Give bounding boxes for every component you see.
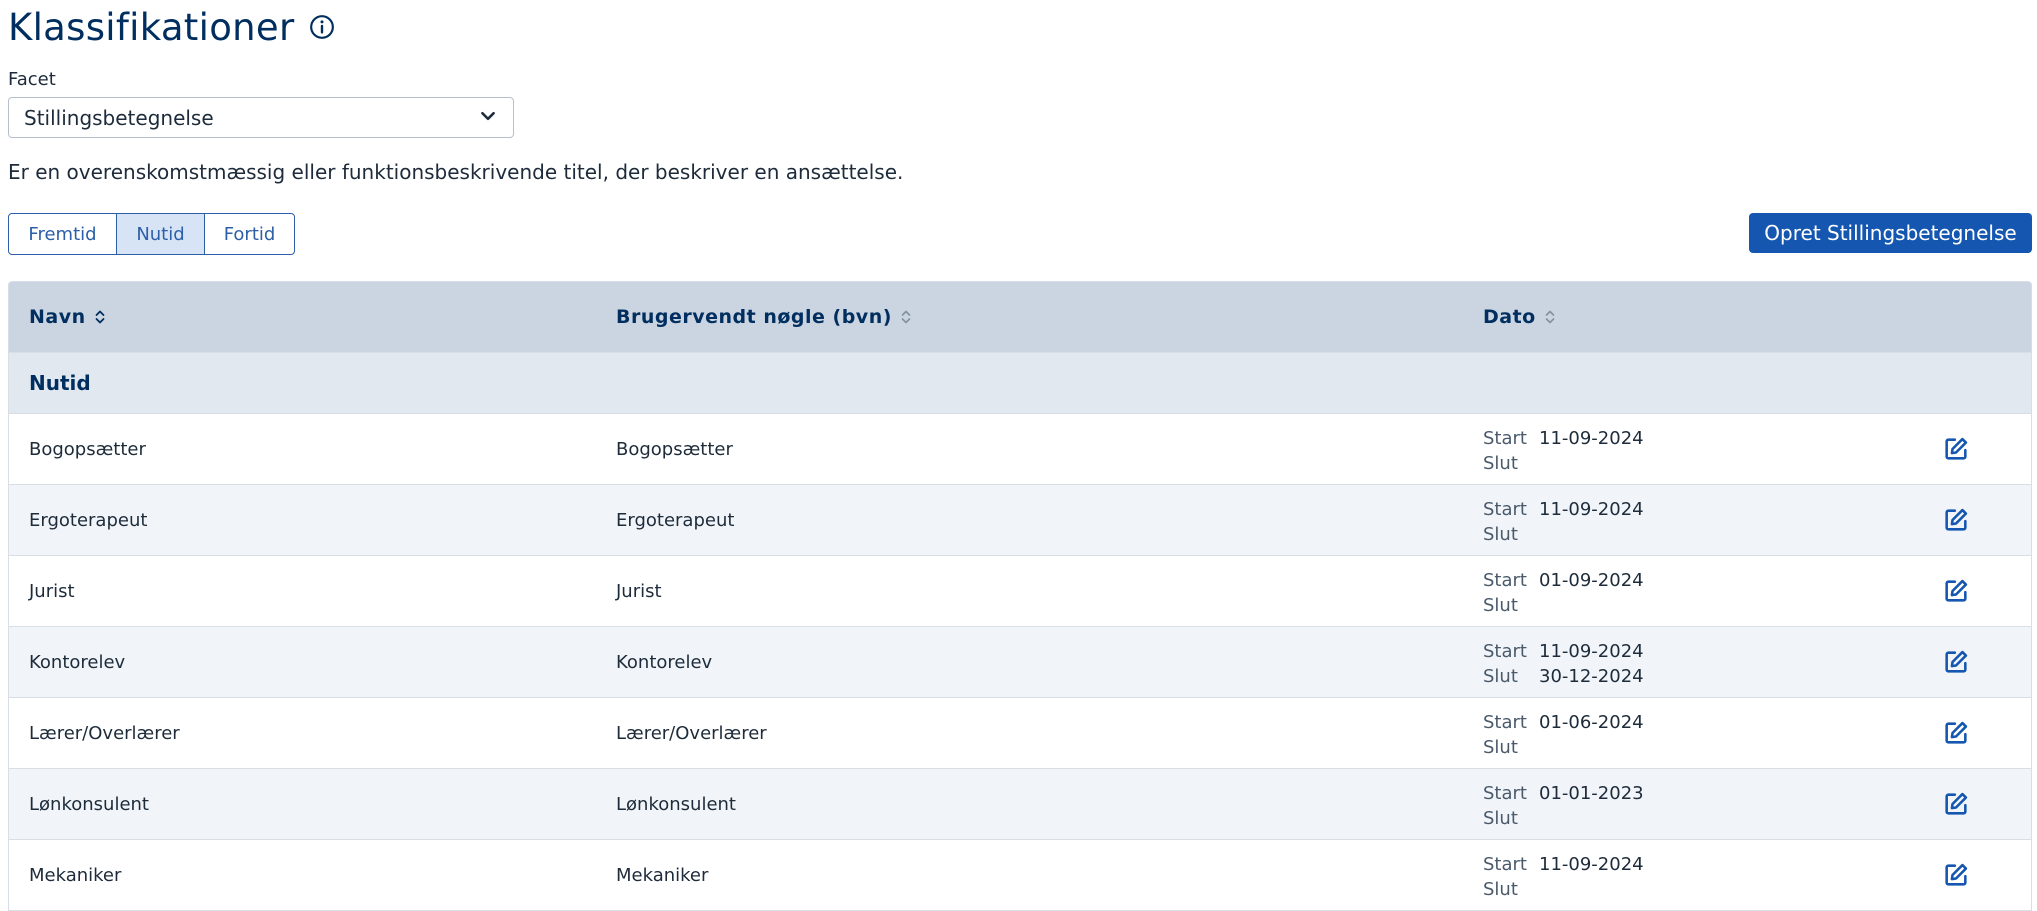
cell-name: Lønkonsulent	[29, 793, 149, 815]
end-line: Slut	[1483, 593, 1644, 618]
facet-select[interactable]: Stillingsbetegnelse	[8, 97, 514, 138]
edit-icon[interactable]	[1941, 789, 1971, 819]
column-header-name[interactable]: Navn	[29, 282, 106, 352]
facet-label: Facet	[8, 69, 56, 90]
end-line: Slut	[1483, 735, 1644, 760]
end-line: Slut	[1483, 877, 1644, 902]
cell-bvn: Mekaniker	[616, 864, 709, 886]
end-label: Slut	[1483, 595, 1518, 616]
edit-icon[interactable]	[1941, 505, 1971, 535]
cell-name: Jurist	[29, 580, 75, 602]
cell-bvn: Lønkonsulent	[616, 793, 736, 815]
start-label: Start	[1483, 428, 1527, 449]
cell-name: Lærer/Overlærer	[29, 722, 180, 744]
start-line: Start 11-09-2024	[1483, 852, 1644, 877]
table-body: Bogopsætter Bogopsætter Start 11-09-2024 Slu…	[9, 413, 2031, 910]
start-date: 01-01-2023	[1539, 783, 1644, 804]
cell-bvn: Lærer/Overlærer	[616, 722, 767, 744]
start-date: 01-09-2024	[1539, 570, 1644, 591]
tab-fortid[interactable]: Fortid	[204, 213, 295, 255]
edit-icon[interactable]	[1941, 434, 1971, 464]
end-line: Slut 30-12-2024	[1483, 664, 1644, 689]
chevron-down-icon	[479, 106, 497, 130]
start-label: Start	[1483, 712, 1527, 733]
column-header-bvn[interactable]: Brugervendt nøgle (bvn)	[616, 282, 912, 352]
start-label: Start	[1483, 570, 1527, 591]
end-label: Slut	[1483, 524, 1518, 545]
start-line: Start 01-01-2023	[1483, 781, 1644, 806]
table-row: Lønkonsulent Lønkonsulent Start 01-01-2023 S…	[9, 768, 2031, 839]
column-header-date-label: Dato	[1483, 306, 1536, 328]
cell-name: Mekaniker	[29, 864, 122, 886]
table-row: Bogopsætter Bogopsætter Start 11-09-2024 Slu…	[9, 413, 2031, 484]
start-line: Start 11-09-2024	[1483, 639, 1644, 664]
end-label: Slut	[1483, 879, 1518, 900]
end-line: Slut	[1483, 451, 1644, 476]
end-label: Slut	[1483, 737, 1518, 758]
classification-table: Navn Brugervendt nøgle (bvn) Dato Nutid …	[8, 281, 2032, 911]
end-line: Slut	[1483, 806, 1644, 831]
start-date: 11-09-2024	[1539, 641, 1644, 662]
time-filter-tabs: Fremtid Nutid Fortid	[8, 213, 295, 255]
tab-fremtid[interactable]: Fremtid	[8, 213, 117, 255]
start-line: Start 01-06-2024	[1483, 710, 1644, 735]
column-header-date[interactable]: Dato	[1483, 282, 1556, 352]
edit-icon[interactable]	[1941, 860, 1971, 890]
title-row: Klassifikationer	[8, 0, 2031, 52]
sort-icon	[900, 308, 912, 326]
start-label: Start	[1483, 783, 1527, 804]
edit-icon[interactable]	[1941, 718, 1971, 748]
table-row: Lærer/Overlærer Lærer/Overlærer Start 01-06…	[9, 697, 2031, 768]
end-label: Slut	[1483, 453, 1518, 474]
table-row: Mekaniker Mekaniker Start 11-09-2024 Slut	[9, 839, 2031, 910]
tab-nutid[interactable]: Nutid	[116, 213, 205, 255]
sort-icon	[1544, 308, 1556, 326]
cell-date: Start 01-06-2024 Slut	[1483, 710, 1644, 760]
group-row-nutid: Nutid	[9, 352, 2031, 413]
end-label: Slut	[1483, 808, 1518, 829]
start-date: 01-06-2024	[1539, 712, 1644, 733]
cell-name: Bogopsætter	[29, 438, 146, 460]
column-header-name-label: Navn	[29, 306, 86, 328]
sort-icon	[94, 308, 106, 326]
start-date: 11-09-2024	[1539, 854, 1644, 875]
facet-selected-value: Stillingsbetegnelse	[24, 105, 214, 130]
start-line: Start 11-09-2024	[1483, 426, 1644, 451]
cell-date: Start 11-09-2024 Slut 30-12-2024	[1483, 639, 1644, 689]
start-label: Start	[1483, 499, 1527, 520]
page: Klassifikationer Facet Stillingsbetegnel…	[0, 0, 2037, 911]
table-row: Jurist Jurist Start 01-09-2024 Slut	[9, 555, 2031, 626]
end-date: 30-12-2024	[1539, 666, 1644, 687]
cell-date: Start 01-09-2024 Slut	[1483, 568, 1644, 618]
cell-bvn: Jurist	[616, 580, 662, 602]
cell-name: Ergoterapeut	[29, 509, 148, 531]
edit-icon[interactable]	[1941, 576, 1971, 606]
edit-icon[interactable]	[1941, 647, 1971, 677]
table-header: Navn Brugervendt nøgle (bvn) Dato	[9, 282, 2031, 352]
table-row: Kontorelev Kontorelev Start 11-09-2024 Slut 3…	[9, 626, 2031, 697]
end-line: Slut	[1483, 522, 1644, 547]
cell-date: Start 01-01-2023 Slut	[1483, 781, 1644, 831]
start-date: 11-09-2024	[1539, 428, 1644, 449]
start-label: Start	[1483, 854, 1527, 875]
cell-name: Kontorelev	[29, 651, 126, 673]
cell-bvn: Kontorelev	[616, 651, 713, 673]
table-row: Ergoterapeut Ergoterapeut Start 11-09-2024 S…	[9, 484, 2031, 555]
cell-date: Start 11-09-2024 Slut	[1483, 497, 1644, 547]
page-title: Klassifikationer	[8, 5, 295, 49]
facet-description: Er en overenskomstmæssig eller funktions…	[8, 160, 904, 184]
cell-date: Start 11-09-2024 Slut	[1483, 852, 1644, 902]
start-date: 11-09-2024	[1539, 499, 1644, 520]
info-circle-icon[interactable]	[308, 13, 336, 41]
start-line: Start 11-09-2024	[1483, 497, 1644, 522]
create-button[interactable]: Opret Stillingsbetegnelse	[1749, 213, 2032, 253]
start-label: Start	[1483, 641, 1527, 662]
start-line: Start 01-09-2024	[1483, 568, 1644, 593]
cell-date: Start 11-09-2024 Slut	[1483, 426, 1644, 476]
end-label: Slut	[1483, 666, 1518, 687]
column-header-bvn-label: Brugervendt nøgle (bvn)	[616, 306, 892, 328]
cell-bvn: Bogopsætter	[616, 438, 733, 460]
cell-bvn: Ergoterapeut	[616, 509, 735, 531]
